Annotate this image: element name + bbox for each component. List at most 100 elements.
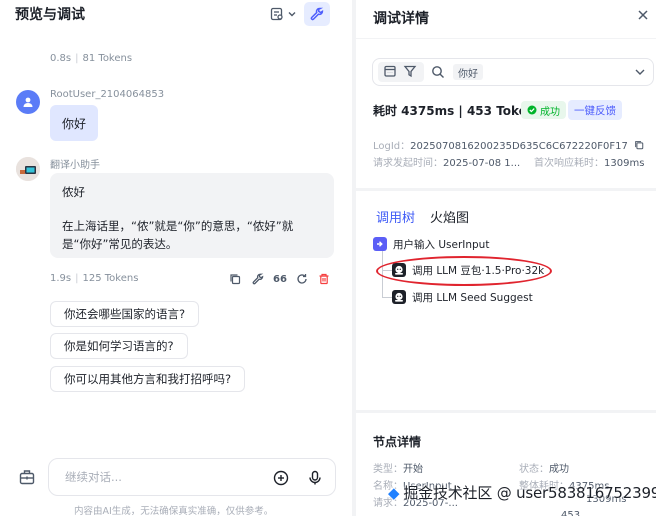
chevron-down-icon	[635, 69, 645, 75]
token-count: 125 Tokens	[82, 273, 139, 284]
watermark-site: 掘金技术社区	[403, 484, 493, 502]
debug-details-panel: 调试详情 你好 耗时 4375ms | 453 Tokens 成功 一键反馈 L…	[356, 0, 656, 516]
node-type-label: 类型：	[373, 464, 403, 475]
node-extra-row: 453	[561, 510, 580, 516]
node-type-row: 类型：开始	[373, 460, 423, 475]
filter-icon	[403, 65, 417, 78]
microphone-icon	[309, 470, 321, 485]
quote-button[interactable]: 66	[272, 271, 288, 287]
calendar-button[interactable]	[383, 64, 399, 80]
header-divider	[356, 38, 656, 39]
user-icon	[23, 97, 33, 107]
node-state-value: 成功	[549, 464, 569, 475]
panel-title: 预览与调试	[15, 7, 85, 23]
node-state-row: 状态：成功	[519, 460, 569, 475]
response-time: 1.9s	[50, 273, 72, 284]
chat-input-box	[48, 458, 336, 496]
tab-call-tree[interactable]: 调用树	[376, 207, 415, 226]
copy-icon[interactable]	[634, 140, 644, 150]
settings-dropdown-button[interactable]	[269, 2, 297, 26]
debug-message-button[interactable]	[250, 271, 266, 287]
tab-flame-graph[interactable]: 火焰图	[430, 207, 469, 226]
filter-button[interactable]	[403, 64, 419, 80]
tree-node-llm-seed-suggest[interactable]: 调用 LLM Seed Suggest	[392, 289, 533, 305]
quote-icon: 66	[273, 273, 287, 285]
logid-value: 2025070816200235D635C6C672220F0F17	[410, 141, 628, 152]
close-button[interactable]	[636, 8, 652, 24]
user-avatar	[16, 90, 40, 114]
watermark-user: @ user5838167523996	[496, 484, 656, 502]
document-settings-icon	[270, 7, 283, 21]
bot-avatar	[16, 157, 40, 181]
preview-debug-panel: 预览与调试 0.8s | 81 Tokens RootUser_2104064853…	[0, 0, 352, 516]
close-icon	[638, 10, 648, 20]
delete-button[interactable]	[316, 271, 332, 287]
expand-filter-button[interactable]	[633, 65, 647, 79]
suggestion-chip[interactable]: 你还会哪些国家的语言?	[50, 301, 200, 327]
request-start-value: 2025-07-08 1...	[443, 158, 521, 169]
regenerate-button[interactable]	[294, 271, 310, 287]
node-type-value: 开始	[403, 464, 423, 475]
previous-message-meta: 0.8s | 81 Tokens	[50, 53, 133, 64]
suggestion-chip[interactable]: 你可以用其他方言和我打招呼吗?	[50, 366, 246, 392]
llm-node-icon	[392, 290, 406, 304]
node-extra-value: 453	[561, 510, 581, 516]
filter-bar: 你好	[372, 58, 654, 86]
copy-button[interactable]	[227, 271, 243, 287]
first-response-row: 首次响应耗时：1309ms	[534, 154, 644, 169]
request-start-row: 请求发起时间：2025-07-08 1...	[373, 154, 520, 169]
toolbox-icon	[19, 470, 35, 485]
feedback-button[interactable]: 一键反馈	[568, 100, 622, 120]
bot-name: 翻译小助手	[50, 160, 100, 171]
tree-node-label: 用户输入 UserInput	[393, 238, 490, 251]
search-tag[interactable]: 你好	[453, 64, 483, 80]
search-icon	[432, 66, 444, 78]
debug-button[interactable]	[304, 2, 330, 26]
tree-node-user-input[interactable]: 用户输入 UserInput	[373, 236, 489, 252]
check-circle-icon	[527, 105, 537, 115]
bot-laptop-icon	[16, 157, 40, 181]
ai-disclaimer: 内容由AI生成，无法确保真实准确，仅供参考。	[74, 506, 274, 516]
search-button[interactable]	[431, 65, 445, 79]
refresh-icon	[297, 274, 307, 284]
section-divider	[356, 188, 656, 191]
logid-row: LogId：2025070816200235D635C6C672220F0F17	[373, 137, 644, 152]
chat-input[interactable]	[65, 468, 255, 486]
panel-title: 调试详情	[373, 11, 429, 27]
request-start-label: 请求发起时间：	[373, 158, 443, 169]
tree-node-label: 调用 LLM Seed Suggest	[412, 291, 533, 304]
suggestion-chip[interactable]: 你是如何学习语言的?	[50, 333, 188, 359]
status-badge: 成功	[521, 101, 566, 119]
start-node-icon	[373, 237, 387, 251]
bot-message-bubble: 侬好 在上海话里，“侬”就是“你”的意思，“侬好”就是“你好”常见的表达。	[50, 173, 334, 258]
token-count: 81 Tokens	[82, 53, 133, 64]
watermark: ◆ 掘金技术社区 @ user5838167523996	[388, 482, 656, 503]
response-time: 0.8s	[50, 53, 72, 64]
voice-input-button[interactable]	[307, 470, 323, 486]
bot-message-meta: 1.9s | 125 Tokens	[50, 273, 139, 284]
first-response-label: 首次响应耗时：	[534, 158, 604, 169]
calendar-icon	[384, 65, 396, 77]
filter-icon-group	[378, 62, 424, 82]
status-text: 成功	[540, 106, 560, 118]
wrench-icon	[310, 7, 324, 21]
node-state-label: 状态：	[519, 464, 549, 475]
first-response-value: 1309ms	[604, 158, 645, 169]
juejin-logo-icon: ◆	[388, 484, 400, 502]
wrench-icon	[252, 273, 264, 285]
user-message-bubble: 你好	[50, 105, 98, 141]
trash-icon	[319, 273, 329, 285]
tree-connector	[382, 297, 392, 298]
plus-circle-icon	[273, 470, 289, 486]
chevron-down-icon	[288, 12, 295, 17]
toolbox-button[interactable]	[18, 468, 36, 486]
node-details-title: 节点详情	[373, 435, 422, 449]
panel-header: 预览与调试	[0, 0, 352, 30]
annotation-highlight-oval	[376, 256, 552, 286]
bot-message-line: 侬好	[62, 185, 85, 199]
timing-summary: 耗时 4375ms | 453 Tokens	[373, 104, 543, 118]
add-attachment-button[interactable]	[273, 470, 289, 486]
user-name: RootUser_2104064853	[50, 89, 165, 100]
bot-message-line: 在上海话里，“侬”就是“你”的意思，“侬好”就是“你好”常见的表达。	[62, 219, 294, 251]
logid-label: LogId：	[373, 141, 411, 152]
